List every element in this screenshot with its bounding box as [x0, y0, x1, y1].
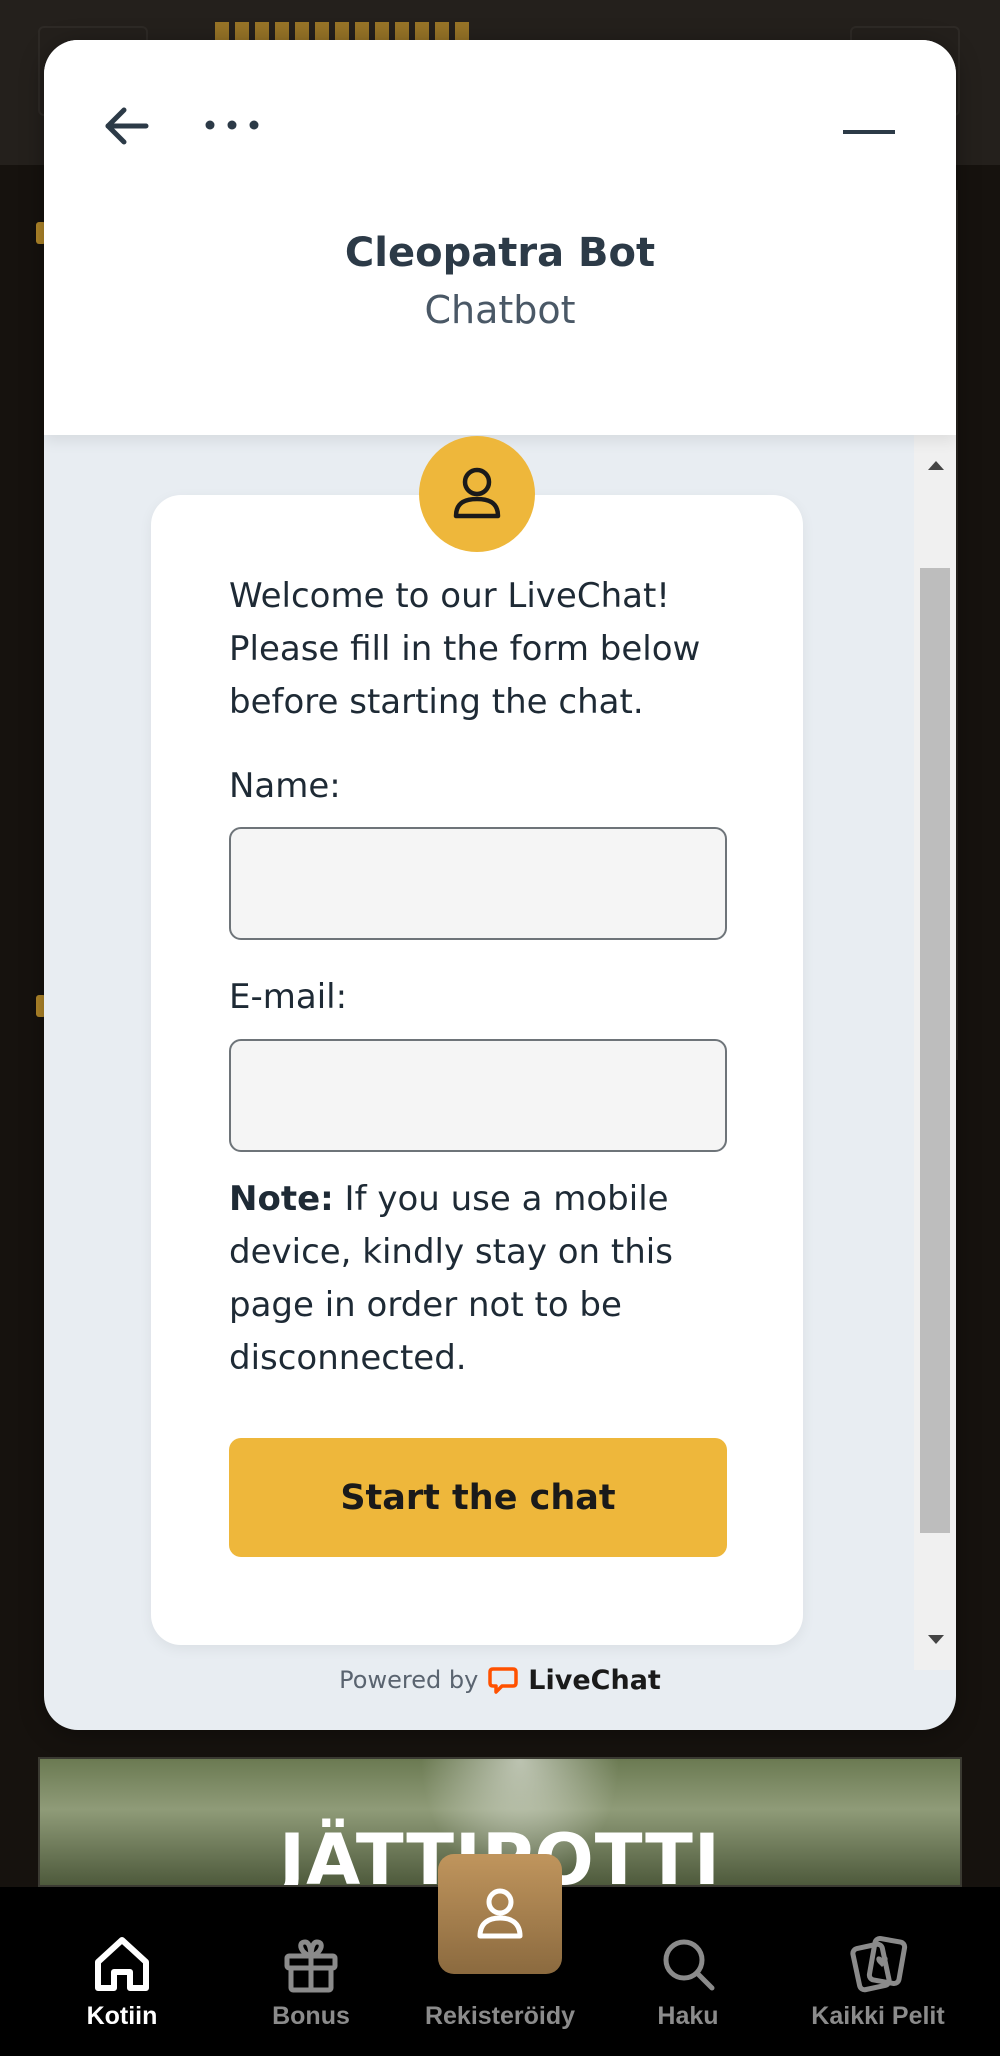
email-field[interactable]: [229, 1039, 727, 1152]
minimize-button[interactable]: [834, 102, 904, 162]
note-label: Note:: [229, 1179, 334, 1219]
start-chat-button[interactable]: Start the chat: [229, 1438, 727, 1557]
more-options-button[interactable]: [192, 102, 272, 148]
nav-item-search[interactable]: Haku: [608, 1932, 768, 2031]
welcome-message: Welcome to our LiveChat! Please fill in …: [229, 576, 701, 722]
nav-label: Kaikki Pelit: [811, 2002, 945, 2030]
search-icon: [663, 1939, 715, 1991]
scrollbar[interactable]: [914, 435, 956, 1670]
email-label: E-mail:: [229, 977, 348, 1017]
gift-icon: [284, 1939, 338, 1993]
livechat-brand: LiveChat: [528, 1664, 661, 1696]
cards-icon: [850, 1936, 908, 1993]
nav-label: Rekisteröidy: [424, 2002, 576, 2030]
powered-by-label: Powered by: [339, 1666, 479, 1694]
minimize-icon: [843, 130, 895, 134]
name-label: Name:: [229, 766, 341, 806]
nav-item-all-games[interactable]: Kaikki Pelit: [798, 1932, 958, 2031]
chat-header: Cleopatra Bot Chatbot: [44, 40, 956, 435]
user-icon: [453, 467, 501, 519]
scrollbar-thumb[interactable]: [920, 568, 950, 1533]
nav-item-home[interactable]: Kotiin: [42, 1932, 202, 2031]
more-dots-icon: [205, 120, 259, 130]
scroll-up-arrow-icon[interactable]: [928, 461, 944, 470]
scroll-down-arrow-icon[interactable]: [928, 1635, 944, 1644]
powered-by-footer[interactable]: Powered by LiveChat: [44, 1660, 956, 1700]
livechat-logo-icon: [488, 1667, 519, 1694]
nav-label: Bonus: [272, 2002, 350, 2030]
back-button[interactable]: [94, 94, 158, 158]
mobile-note: Note: If you use a mobile device, kindly…: [229, 1173, 749, 1385]
user-icon: [477, 1888, 523, 1939]
nav-item-bonus[interactable]: Bonus: [231, 1932, 391, 2031]
name-field[interactable]: [229, 827, 727, 940]
register-button[interactable]: [438, 1854, 562, 1974]
bot-avatar: [419, 436, 535, 552]
home-icon: [95, 1937, 149, 1991]
site-side-strip: [956, 190, 1000, 1060]
prechat-form: Welcome to our LiveChat! Please fill in …: [151, 495, 803, 1645]
bot-name: Cleopatra Bot: [344, 230, 656, 276]
chat-widget: Cleopatra Bot Chatbot Welcome to our Liv…: [44, 40, 956, 1730]
nav-label: Haku: [657, 2002, 719, 2030]
nav-label: Kotiin: [86, 2002, 158, 2030]
bot-role: Chatbot: [424, 288, 576, 332]
arrow-left-icon: [105, 107, 149, 145]
